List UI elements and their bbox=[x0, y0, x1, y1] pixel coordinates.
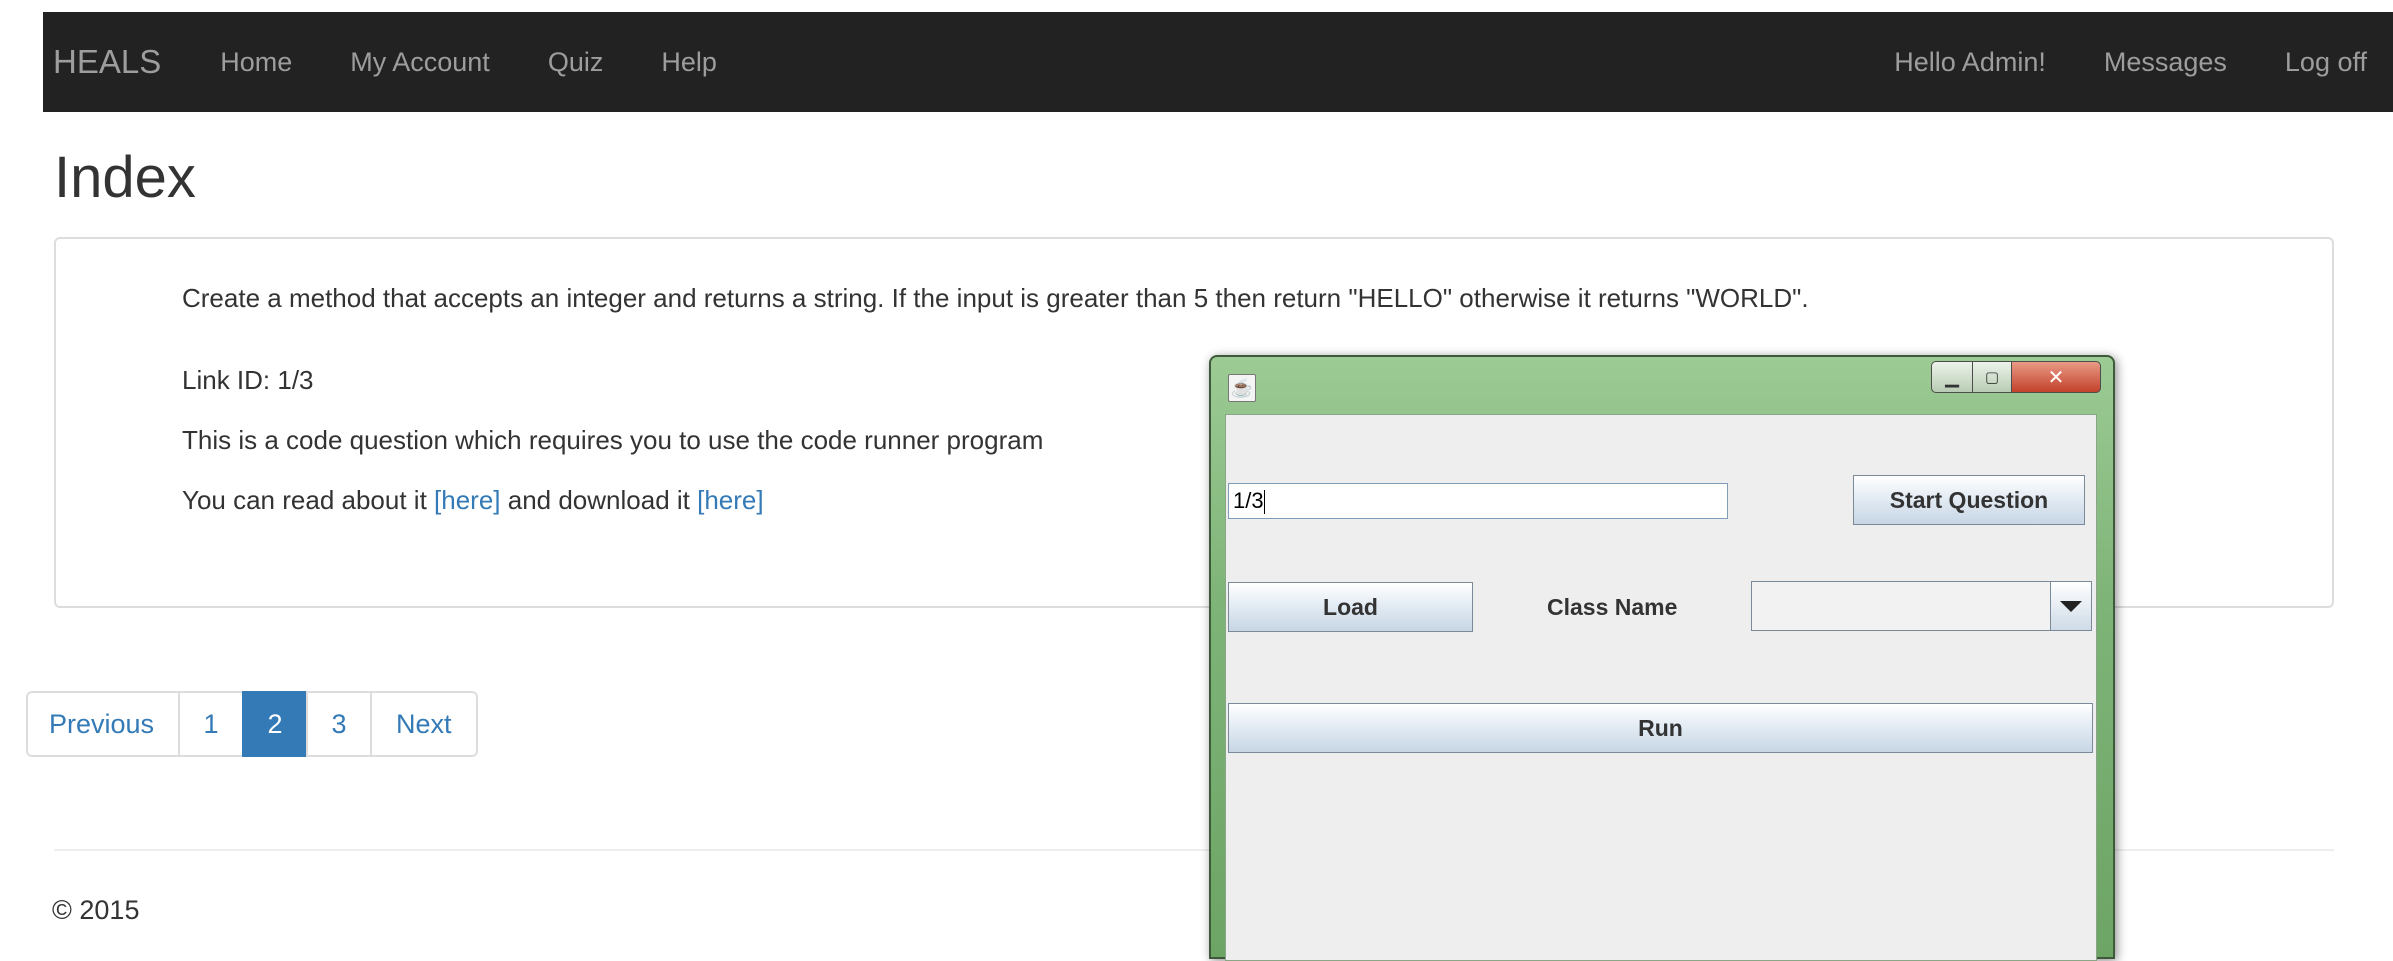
nav-right-group: Hello Admin! Messages Log off bbox=[1865, 47, 2393, 78]
nav-log-off[interactable]: Log off bbox=[2285, 47, 2367, 78]
run-button[interactable]: Run bbox=[1228, 703, 2093, 753]
nav-messages[interactable]: Messages bbox=[2104, 47, 2227, 78]
java-app-icon: ☕ bbox=[1228, 374, 1256, 402]
footer-copyright: © 2015 bbox=[52, 895, 140, 925]
question-text: Create a method that accepts an integer … bbox=[182, 283, 1809, 313]
text-caret bbox=[1263, 490, 1265, 515]
read-about-link[interactable]: [here] bbox=[434, 485, 501, 515]
nav-quiz[interactable]: Quiz bbox=[548, 47, 604, 78]
pagination: Previous 1 2 3 Next bbox=[26, 691, 478, 757]
read-prefix-text: You can read about it bbox=[182, 485, 435, 515]
top-navbar: HEALS Home My Account Quiz Help Hello Ad… bbox=[43, 12, 2393, 112]
download-instructions: You can read about it [here] and downloa… bbox=[182, 485, 764, 516]
minimize-icon[interactable]: ▁ bbox=[1931, 361, 1973, 393]
code-runner-content: 1/3 Start Question Load Class Name Run bbox=[1225, 414, 2097, 961]
nav-user-greeting[interactable]: Hello Admin! bbox=[1894, 47, 2046, 78]
pagination-page-2-active[interactable]: 2 bbox=[242, 691, 309, 757]
class-name-dropdown[interactable] bbox=[1751, 581, 2092, 631]
brand-link[interactable]: HEALS bbox=[53, 43, 161, 81]
link-id-text: Link ID: 1/3 bbox=[182, 365, 314, 395]
maximize-icon[interactable]: ▢ bbox=[1972, 361, 2012, 393]
link-id-input[interactable]: 1/3 bbox=[1228, 483, 1728, 519]
window-titlebar[interactable]: ☕ ▁ ▢ ✕ bbox=[1211, 357, 2113, 411]
dropdown-arrow-icon[interactable] bbox=[2050, 582, 2091, 630]
link-id-input-value: 1/3 bbox=[1233, 488, 1264, 513]
download-middle-text: and download it bbox=[500, 485, 698, 515]
window-controls: ▁ ▢ ✕ bbox=[1931, 361, 2101, 393]
code-runner-window: ☕ ▁ ▢ ✕ 1/3 Start Question Load Class Na… bbox=[1209, 355, 2115, 961]
nav-my-account[interactable]: My Account bbox=[350, 47, 490, 78]
pagination-next[interactable]: Next bbox=[370, 691, 478, 757]
pagination-page-3[interactable]: 3 bbox=[306, 691, 373, 757]
nav-home[interactable]: Home bbox=[220, 47, 292, 78]
load-button[interactable]: Load bbox=[1228, 582, 1473, 632]
close-icon[interactable]: ✕ bbox=[2011, 361, 2101, 393]
pagination-page-1[interactable]: 1 bbox=[178, 691, 245, 757]
pagination-previous[interactable]: Previous bbox=[26, 691, 181, 757]
download-link[interactable]: [here] bbox=[697, 485, 764, 515]
page-title: Index bbox=[54, 145, 196, 210]
nav-help[interactable]: Help bbox=[661, 47, 717, 78]
class-name-label: Class Name bbox=[1547, 594, 1678, 620]
start-question-button[interactable]: Start Question bbox=[1853, 475, 2085, 525]
code-question-note: This is a code question which requires y… bbox=[182, 425, 1044, 455]
